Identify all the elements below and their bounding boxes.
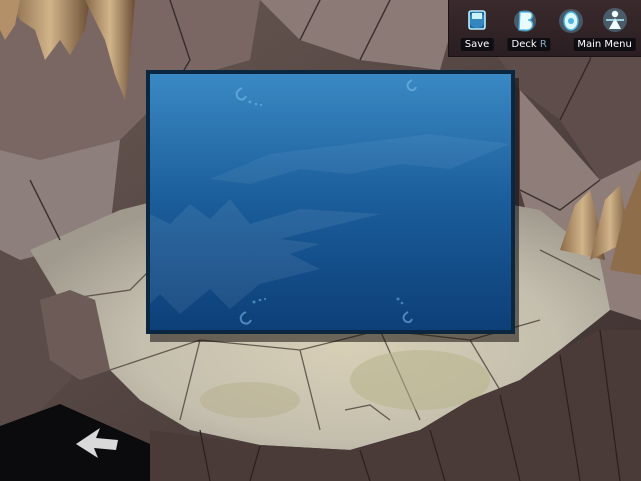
save-button[interactable]: Save [451, 4, 503, 54]
save-label: Save [460, 38, 494, 51]
mirror-icon [559, 9, 583, 33]
toolbar: Save Deck R Main Menu [448, 0, 641, 57]
deck-button[interactable]: Deck R [499, 4, 551, 54]
deck-icon [514, 10, 536, 32]
back-button[interactable] [0, 404, 150, 481]
card-background [150, 74, 511, 330]
main-menu-label: Main Menu [573, 38, 636, 51]
card-panel [146, 70, 515, 334]
main-menu-button[interactable]: Main Menu [573, 4, 641, 54]
save-icon [468, 10, 486, 30]
main-menu-icon [603, 8, 627, 32]
